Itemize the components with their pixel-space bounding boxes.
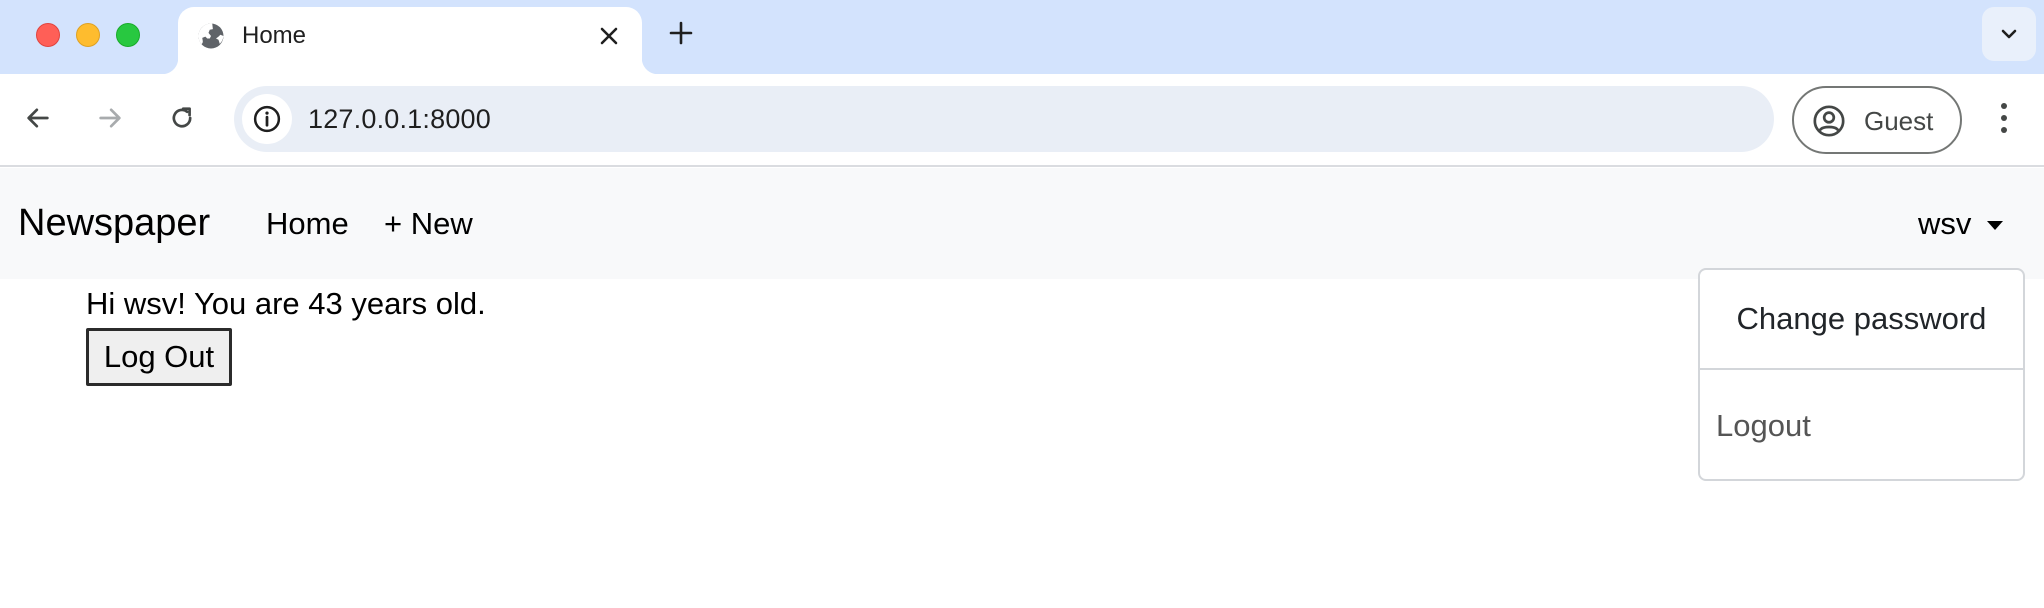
account-circle-icon: [1812, 104, 1846, 138]
close-icon[interactable]: [594, 21, 624, 51]
window-minimize-button[interactable]: [76, 23, 100, 47]
window-close-button[interactable]: [36, 23, 60, 47]
dropdown-item-change-password[interactable]: Change password: [1700, 270, 2023, 368]
arrow-left-icon[interactable]: [16, 96, 60, 140]
url-text[interactable]: 127.0.0.1:8000: [308, 104, 491, 135]
dropdown-item-logout[interactable]: Logout: [1700, 370, 2023, 481]
nav-link-new[interactable]: + New: [384, 206, 473, 242]
user-dropdown-toggle[interactable]: wsv: [1918, 206, 2004, 242]
reload-icon[interactable]: [160, 96, 204, 140]
profile-button[interactable]: Guest: [1792, 86, 1962, 154]
username-label: wsv: [1918, 206, 1972, 241]
log-out-button[interactable]: Log Out: [86, 328, 232, 386]
browser-tab-strip: Home: [0, 0, 2044, 74]
user-dropdown-menu: Change password Logout: [1698, 268, 2025, 481]
nav-link-home[interactable]: Home: [266, 206, 349, 242]
browser-toolbar: 127.0.0.1:8000 Guest: [0, 74, 2044, 167]
navbar-brand[interactable]: Newspaper: [18, 202, 210, 245]
profile-label: Guest: [1864, 106, 1934, 136]
plus-icon[interactable]: [664, 16, 698, 50]
window-zoom-button[interactable]: [116, 23, 140, 47]
chevron-down-icon[interactable]: [1982, 7, 2036, 61]
kebab-menu-icon[interactable]: [1984, 96, 2024, 140]
arrow-right-icon[interactable]: [88, 96, 132, 140]
globe-icon: [196, 21, 226, 51]
info-icon[interactable]: [242, 94, 292, 144]
greeting-text: Hi wsv! You are 43 years old.: [86, 286, 486, 321]
tab-title: Home: [242, 22, 307, 49]
site-navbar: Newspaper Home + New wsv: [0, 168, 2044, 279]
browser-tab-home[interactable]: Home: [162, 7, 658, 74]
address-bar[interactable]: 127.0.0.1:8000: [234, 86, 1774, 152]
caret-down-icon: [1987, 220, 2004, 230]
